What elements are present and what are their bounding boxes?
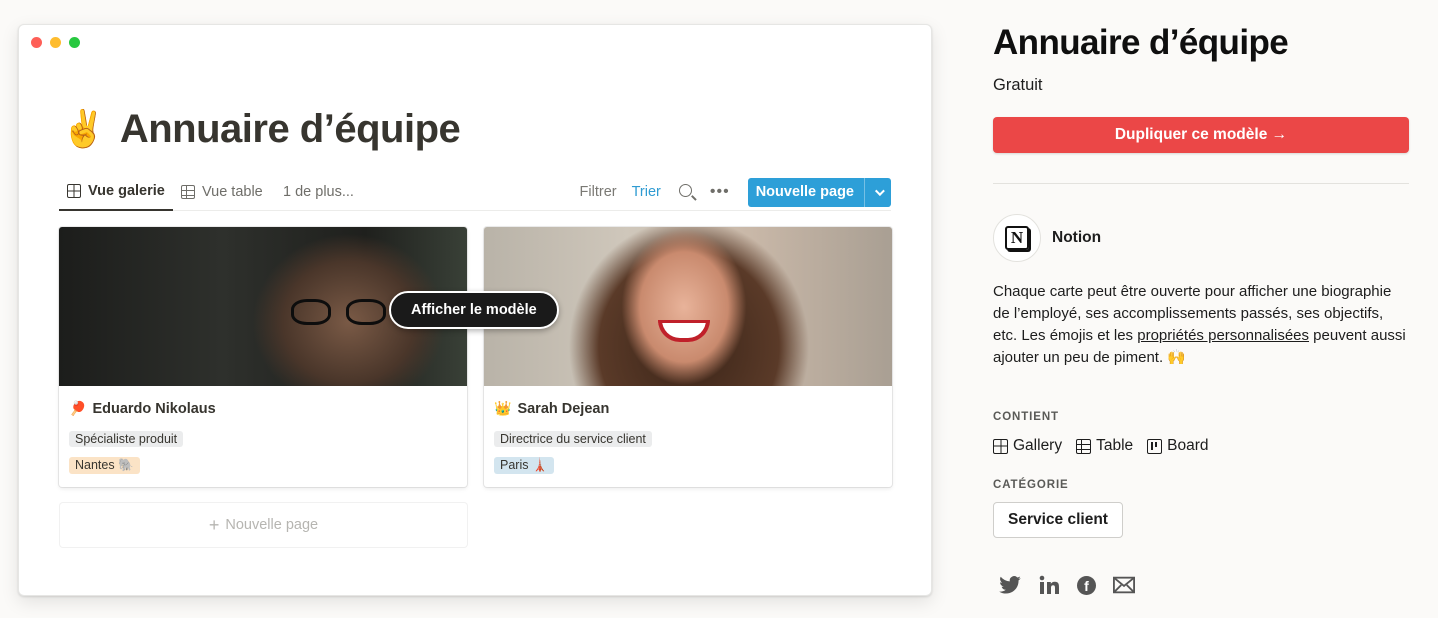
email-icon[interactable] — [1113, 574, 1135, 596]
template-preview-window: ✌️ Annuaire d’équipe Vue galerie Vue tab… — [18, 24, 932, 596]
tab-table-view[interactable]: Vue table — [173, 173, 271, 211]
window-zoom-dot — [69, 37, 80, 48]
cover-glasses-shape — [291, 299, 331, 325]
page-heading: ✌️ Annuaire d’équipe — [61, 105, 461, 153]
tab-label: Vue table — [202, 184, 263, 200]
gallery-icon — [993, 438, 1008, 454]
toolbar-actions: Filtrer Trier ••• Nouvelle page — [580, 173, 891, 211]
gallery-card[interactable]: 🏓 Eduardo Nikolaus Spécialiste produit N… — [59, 227, 467, 487]
page-title: Annuaire d’équipe — [119, 106, 461, 151]
duplicate-template-button[interactable]: Dupliquer ce modèle → — [993, 117, 1409, 153]
add-new-page-row[interactable]: + Nouvelle page — [60, 503, 467, 547]
contains-label: CONTIENT — [993, 411, 1059, 423]
cover-smile-shape — [658, 320, 710, 342]
search-icon[interactable] — [678, 184, 692, 197]
author-avatar: N — [993, 214, 1041, 262]
category-label: CATÉGORIE — [993, 479, 1069, 491]
city-tag: Nantes 🐘 — [69, 457, 140, 474]
table-icon — [1076, 438, 1092, 454]
board-icon — [1147, 438, 1163, 454]
window-minimize-dot — [50, 37, 61, 48]
filter-button[interactable]: Filtrer — [580, 184, 617, 200]
plus-icon: + — [208, 515, 220, 535]
template-description: Chaque carte peut être ouverte pour affi… — [993, 281, 1409, 369]
facebook-icon[interactable]: f — [1077, 576, 1096, 595]
window-close-dot — [31, 37, 42, 48]
chevron-down-icon — [874, 185, 885, 196]
card-name: Sarah Dejean — [517, 400, 610, 417]
add-page-label: Nouvelle page — [225, 517, 319, 533]
contains-item-board: Board — [1147, 437, 1209, 455]
card-emoji-icon: 👑 — [494, 400, 512, 416]
database-toolbar: Vue galerie Vue table 1 de plus... Filtr… — [59, 173, 891, 211]
contains-list: Gallery Table Board — [993, 437, 1209, 455]
more-options-icon[interactable]: ••• — [710, 183, 730, 201]
share-links: f — [999, 574, 1135, 596]
author[interactable]: N Notion — [993, 214, 1101, 262]
card-title: 🏓 Eduardo Nikolaus — [69, 400, 457, 417]
contains-label-text: Board — [1167, 437, 1209, 454]
tab-gallery-view[interactable]: Vue galerie — [59, 173, 173, 211]
view-template-button[interactable]: Afficher le modèle — [389, 291, 559, 329]
card-title: 👑 Sarah Dejean — [494, 400, 882, 417]
card-name: Eduardo Nikolaus — [92, 400, 216, 417]
page-emoji-icon: ✌️ — [61, 108, 106, 149]
gallery-icon — [67, 184, 81, 198]
card-emoji-icon: 🏓 — [69, 400, 87, 416]
author-name: Notion — [1052, 229, 1102, 246]
sort-button[interactable]: Trier — [632, 184, 661, 200]
contains-label-text: Table — [1096, 437, 1134, 454]
new-page-label: Nouvelle page — [748, 177, 865, 207]
twitter-icon[interactable] — [999, 574, 1021, 596]
gallery-card[interactable]: 👑 Sarah Dejean Directrice du service cli… — [484, 227, 892, 487]
more-views-link[interactable]: 1 de plus... — [283, 173, 354, 211]
city-tag: Paris 🗼 — [494, 457, 554, 474]
divider — [993, 183, 1409, 184]
template-title: Annuaire d’équipe — [993, 23, 1289, 62]
template-price: Gratuit — [993, 76, 1043, 94]
table-icon — [181, 185, 195, 199]
contains-item-table: Table — [1076, 437, 1133, 455]
contains-label-text: Gallery — [1013, 437, 1063, 454]
cover-glasses-shape — [346, 299, 386, 325]
contains-item-gallery: Gallery — [993, 437, 1062, 455]
new-page-button[interactable]: Nouvelle page — [747, 177, 891, 207]
role-tag: Spécialiste produit — [69, 431, 184, 447]
new-page-dropdown[interactable] — [865, 178, 891, 207]
category-button[interactable]: Service client — [993, 502, 1123, 538]
tab-label: Vue galerie — [88, 183, 165, 199]
custom-properties-link[interactable]: propriétés personnalisées — [1137, 327, 1309, 344]
role-tag: Directrice du service client — [494, 431, 652, 447]
linkedin-icon[interactable] — [1038, 574, 1060, 596]
notion-logo-icon: N — [1005, 226, 1029, 250]
